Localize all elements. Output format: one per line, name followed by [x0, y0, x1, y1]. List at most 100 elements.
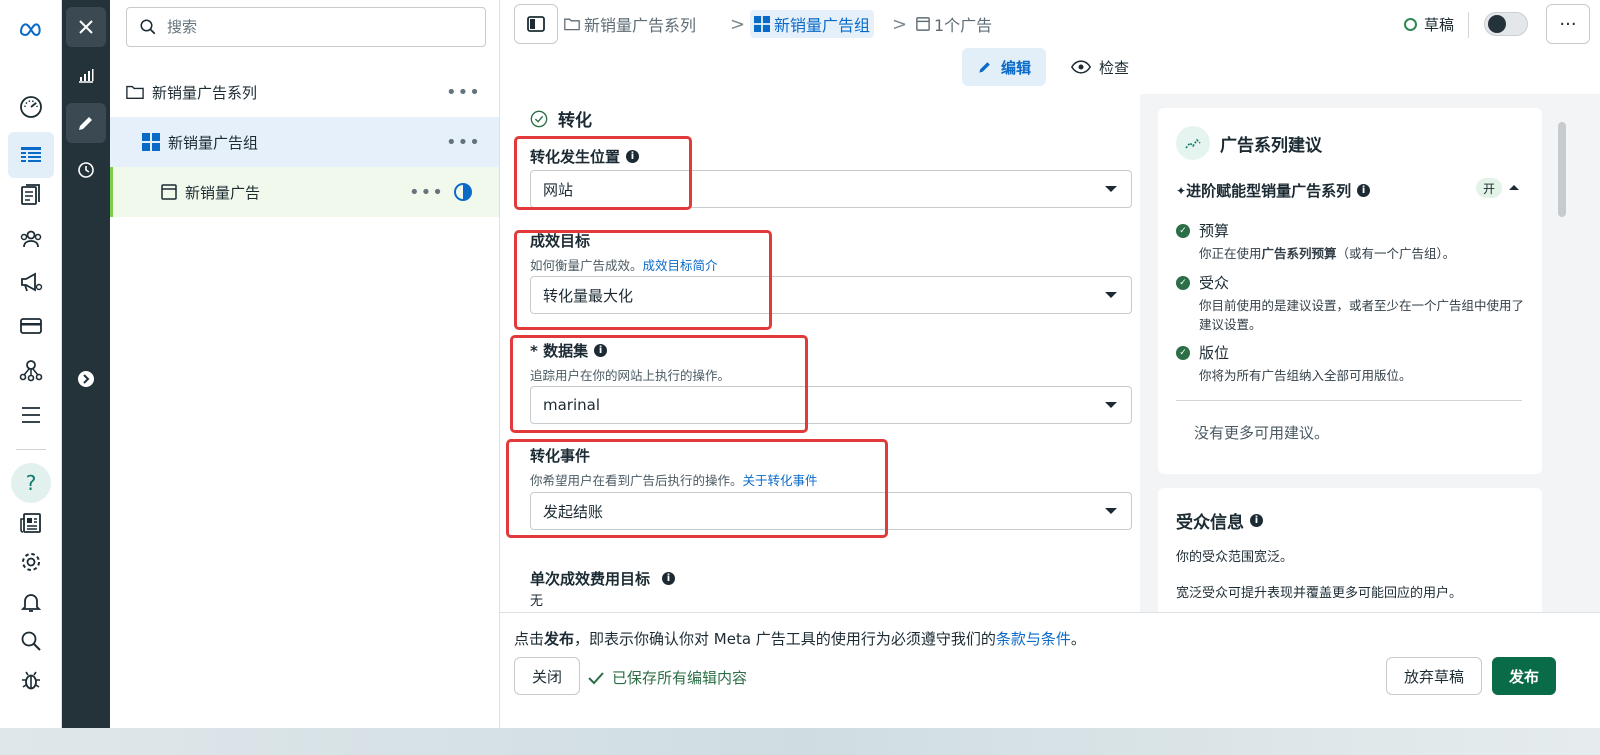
breadcrumb-separator: >: [730, 14, 746, 35]
close-button[interactable]: 关闭: [514, 657, 580, 695]
highlight-box: [506, 439, 888, 538]
pages-icon[interactable]: [16, 180, 46, 210]
highlight-box: [514, 230, 772, 330]
footer: 点击发布，即表示你确认你对 Meta 广告工具的使用行为必须遵守我们的条款与条件…: [500, 612, 1600, 728]
audience-icon[interactable]: [16, 224, 46, 254]
toggle-knob: [1488, 15, 1506, 33]
mode-bar: 编辑 检查: [500, 48, 1600, 94]
check-icon: ✓: [1176, 223, 1190, 238]
search-icon[interactable]: [16, 626, 46, 656]
audience-info-title: 受众信息 i: [1176, 508, 1263, 533]
tree-item-label: 新销量广告: [185, 183, 261, 202]
publish-button[interactable]: 发布: [1492, 657, 1556, 695]
more-options-icon[interactable]: •••: [409, 182, 444, 203]
settings-icon[interactable]: [16, 547, 46, 577]
tree-item-campaign[interactable]: 新销量广告系列 •••: [110, 67, 499, 117]
highlight-box: [510, 335, 808, 433]
dropdown-caret-icon: [1105, 292, 1117, 298]
search-icon: [140, 19, 156, 35]
info-icon[interactable]: i: [1357, 184, 1371, 197]
check-icon: ✓: [1176, 345, 1190, 360]
audience-line-1: 你的受众范围宽泛。: [1176, 550, 1294, 565]
audience-info-card: 受众信息 i 你的受众范围宽泛。 宽泛受众可提升表现并覆盖更多可能回应的用户。: [1158, 488, 1542, 612]
advantage-row[interactable]: ✦ 进阶赋能型销量广告系列 i: [1176, 180, 1371, 201]
main-area: 新销量广告系列 > 新销量广告组 > 1个广告 草稿 ··· 编辑 检查 转化 …: [500, 0, 1600, 728]
network-icon[interactable]: [16, 355, 46, 385]
campaign-tree: 新销量广告系列 ••• 新销量广告组 ••• 新销量广告 •••: [110, 0, 500, 728]
tree-item-label: 新销量广告系列: [152, 83, 258, 102]
folder-icon: [564, 18, 580, 31]
pencil-icon: [979, 62, 990, 73]
cost-goal-label: 单次成效费用目标 i: [530, 568, 676, 589]
breadcrumb-ad[interactable]: 1个广告: [912, 10, 996, 38]
topbar-divider: [1468, 12, 1469, 38]
bug-icon[interactable]: [16, 665, 46, 695]
scrollbar-thumb[interactable]: [1558, 122, 1566, 217]
status-badge: 开: [1476, 178, 1502, 198]
left-nav: ?: [0, 0, 62, 728]
review-mode-button[interactable]: 检查: [1060, 48, 1140, 86]
expand-icon[interactable]: [66, 359, 106, 399]
menu-icon[interactable]: [16, 400, 46, 430]
suggestions-title: 广告系列建议: [1176, 126, 1322, 160]
breadcrumb-adset[interactable]: 新销量广告组: [750, 10, 875, 38]
saved-status: 已保存所有编辑内容: [588, 667, 747, 688]
half-circle-status-icon[interactable]: [453, 182, 473, 202]
dashboard-icon[interactable]: [16, 92, 46, 122]
breadcrumb-campaign[interactable]: 新销量广告系列: [560, 10, 700, 38]
adset-grid-icon: [754, 16, 770, 32]
more-options-icon[interactable]: •••: [446, 82, 481, 103]
publish-toggle[interactable]: [1484, 12, 1528, 36]
highlight-box: [514, 136, 692, 210]
section-title: 转化: [530, 106, 592, 131]
suggestion-trend-icon: [1176, 126, 1210, 160]
more-options-button[interactable]: ···: [1546, 4, 1590, 44]
history-icon[interactable]: [66, 150, 106, 190]
discard-draft-button[interactable]: 放弃草稿: [1386, 657, 1482, 695]
billing-icon[interactable]: [16, 311, 46, 341]
breadcrumb-separator: >: [892, 14, 908, 35]
adset-grid-icon: [142, 133, 160, 151]
suggestion-placement: ✓ 版位 你将为所有广告组纳入全部可用版位。: [1176, 342, 1526, 385]
cost-goal-value: 无: [530, 594, 544, 609]
card-divider: [1176, 400, 1522, 401]
terms-text: 点击发布，即表示你确认你对 Meta 广告工具的使用行为必须遵守我们的条款与条件…: [514, 630, 1086, 648]
tree-item-ad[interactable]: 新销量广告 •••: [110, 167, 499, 217]
tree-item-label: 新销量广告组: [168, 133, 259, 152]
chevron-up-icon[interactable]: [1508, 183, 1520, 191]
ad-icon: [161, 184, 177, 200]
desktop-background: [0, 728, 1600, 755]
suggestion-audience: ✓ 受众 你目前使用的是建议设置，或者至少在一个广告组中使用了建议设置。: [1176, 272, 1526, 334]
edit-mode-button[interactable]: 编辑: [962, 48, 1046, 86]
search-input[interactable]: [167, 18, 467, 36]
check-icon: ✓: [1176, 275, 1190, 290]
suggestion-budget: ✓ 预算 你正在使用广告系列预算（或有一个广告组）。: [1176, 220, 1526, 263]
sidebar-panel-icon: [527, 16, 545, 32]
meta-logo-icon[interactable]: [16, 14, 46, 44]
dropdown-caret-icon: [1105, 186, 1117, 192]
chart-icon[interactable]: [66, 56, 106, 96]
dropdown-caret-icon: [1105, 402, 1117, 408]
more-options-icon[interactable]: •••: [446, 132, 481, 153]
sparkle-icon: ✦: [1176, 183, 1187, 198]
megaphone-icon[interactable]: [16, 267, 46, 297]
bell-icon[interactable]: [16, 587, 46, 617]
checkmark-icon: [588, 671, 604, 684]
top-bar: 新销量广告系列 > 新销量广告组 > 1个广告 草稿 ···: [500, 0, 1600, 48]
draft-status-icon: [1404, 18, 1417, 31]
edit-icon[interactable]: [66, 103, 106, 143]
check-circle-icon: [530, 110, 548, 127]
close-icon[interactable]: [66, 7, 106, 47]
ad-icon: [916, 17, 930, 31]
table-icon[interactable]: [8, 132, 54, 178]
info-icon[interactable]: i: [1250, 514, 1263, 527]
search-box[interactable]: [126, 7, 486, 47]
info-icon[interactable]: i: [662, 572, 676, 585]
dropdown-caret-icon: [1105, 508, 1117, 514]
toggle-panel-button[interactable]: [514, 4, 558, 44]
draft-status: 草稿: [1404, 14, 1454, 35]
terms-link[interactable]: 条款与条件: [996, 630, 1071, 648]
news-icon[interactable]: [16, 508, 46, 538]
tree-item-adset[interactable]: 新销量广告组 •••: [110, 117, 499, 167]
help-icon[interactable]: ?: [11, 463, 51, 503]
